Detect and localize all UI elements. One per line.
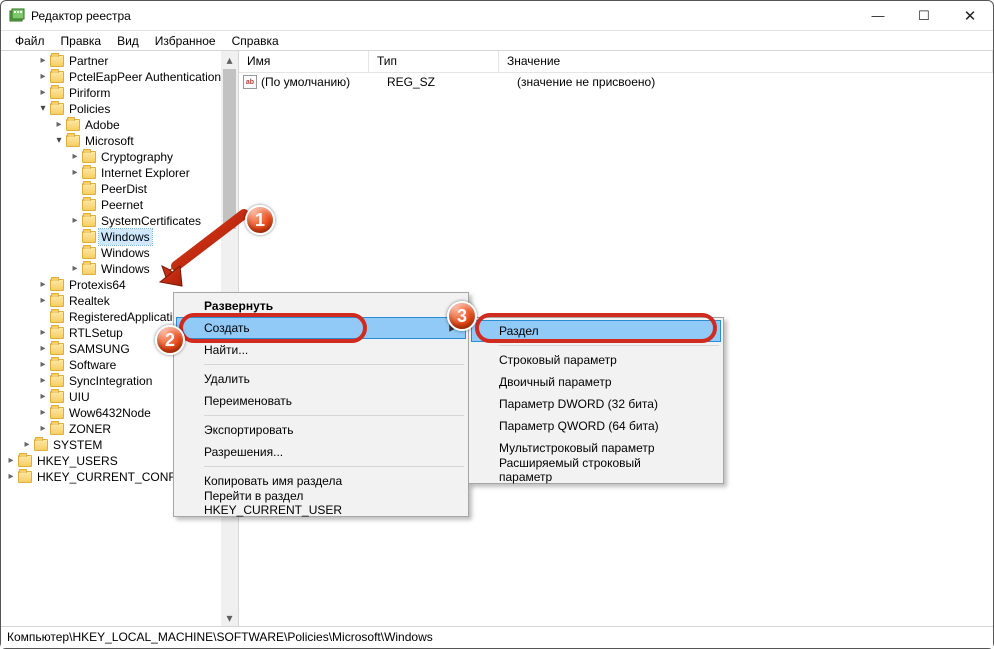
list-header: Имя Тип Значение (239, 51, 993, 73)
ctxsub-qword[interactable]: Параметр QWORD (64 бита) (471, 415, 721, 437)
menu-separator (204, 466, 464, 467)
ctxmenu-delete[interactable]: Удалить (176, 368, 466, 390)
ctxsub-expandstring[interactable]: Расширяемый строковый параметр (471, 459, 721, 481)
ctxsub-string[interactable]: Строковый параметр (471, 349, 721, 371)
ctxsub-key[interactable]: Раздел (471, 320, 721, 342)
folder-icon (34, 439, 48, 451)
maximize-button[interactable]: ☐ (901, 1, 947, 30)
folder-icon (82, 167, 96, 179)
menu-separator (204, 364, 464, 365)
folder-icon (82, 183, 96, 195)
folder-icon (50, 103, 64, 115)
folder-icon (18, 455, 32, 467)
menu-separator (204, 415, 464, 416)
status-path: Компьютер\HKEY_LOCAL_MACHINE\SOFTWARE\Po… (7, 630, 433, 644)
tree-item-adobe[interactable]: Adobe (5, 117, 238, 133)
folder-icon (82, 215, 96, 227)
tree-item-pctel[interactable]: PctelEapPeer Authentication (5, 69, 238, 85)
tree-item-windows-advanced[interactable]: Windows (5, 245, 238, 261)
menubar: Файл Правка Вид Избранное Справка (1, 31, 993, 51)
reg-string-icon: ab (243, 75, 257, 89)
folder-icon (50, 343, 64, 355)
titlebar: Редактор реестра — ☐ ✕ (1, 1, 993, 31)
close-button[interactable]: ✕ (947, 1, 993, 30)
folder-icon (50, 391, 64, 403)
folder-icon (18, 471, 32, 483)
scroll-up-button[interactable]: ▴ (221, 51, 238, 68)
menu-favorites[interactable]: Избранное (147, 32, 224, 50)
tree-item-windows-nt[interactable]: Windows (5, 261, 238, 277)
folder-icon (50, 279, 64, 291)
folder-icon (82, 247, 96, 259)
folder-icon (50, 311, 64, 323)
list-row[interactable]: ab (По умолчанию) REG_SZ (значение не пр… (239, 73, 993, 91)
folder-icon (50, 55, 64, 67)
submenu-arrow-icon: ▶ (449, 323, 457, 334)
value-data: (значение не присвоено) (517, 75, 655, 89)
folder-icon (82, 199, 96, 211)
folder-icon (50, 407, 64, 419)
tree-item-protexis[interactable]: Protexis64 (5, 277, 238, 293)
ctxsub-dword[interactable]: Параметр DWORD (32 бита) (471, 393, 721, 415)
column-header-value[interactable]: Значение (499, 51, 993, 72)
ctxmenu-create[interactable]: Создать▶ (176, 317, 466, 339)
tree-item-peernet[interactable]: Peernet (5, 197, 238, 213)
tree-item-partner[interactable]: Partner (5, 53, 238, 69)
ctxmenu-rename[interactable]: Переименовать (176, 390, 466, 412)
tree-item-peerdist[interactable]: PeerDist (5, 181, 238, 197)
ctxmenu-find[interactable]: Найти... (176, 339, 466, 361)
tree-item-cryptography[interactable]: Cryptography (5, 149, 238, 165)
ctxmenu-expand[interactable]: Развернуть (176, 295, 466, 317)
folder-icon (66, 135, 80, 147)
folder-icon (82, 263, 96, 275)
value-type: REG_SZ (387, 75, 517, 89)
folder-icon (50, 295, 64, 307)
folder-icon (50, 423, 64, 435)
column-header-name[interactable]: Имя (239, 51, 369, 72)
folder-icon (82, 151, 96, 163)
tree-item-windows-selected[interactable]: Windows (5, 229, 238, 245)
statusbar: Компьютер\HKEY_LOCAL_MACHINE\SOFTWARE\Po… (1, 626, 993, 648)
folder-icon (50, 359, 64, 371)
menu-edit[interactable]: Правка (53, 32, 110, 50)
folder-icon (50, 327, 64, 339)
menu-help[interactable]: Справка (224, 32, 287, 50)
ctxmenu-goto-hkcu[interactable]: Перейти в раздел HKEY_CURRENT_USER (176, 492, 466, 514)
ctxsub-binary[interactable]: Двоичный параметр (471, 371, 721, 393)
folder-icon (50, 375, 64, 387)
tree-item-microsoft[interactable]: Microsoft (5, 133, 238, 149)
menu-view[interactable]: Вид (109, 32, 147, 50)
value-name: (По умолчанию) (261, 75, 387, 89)
tree-item-policies[interactable]: Policies (5, 101, 238, 117)
folder-icon (66, 119, 80, 131)
context-menu-key: Развернуть Создать▶ Найти... Удалить Пер… (173, 292, 469, 517)
tree-item-ie[interactable]: Internet Explorer (5, 165, 238, 181)
column-header-type[interactable]: Тип (369, 51, 499, 72)
tree-item-systemcertificates[interactable]: SystemCertificates (5, 213, 238, 229)
context-submenu-create: Раздел Строковый параметр Двоичный парам… (468, 317, 724, 484)
app-icon (9, 8, 25, 24)
folder-icon (82, 231, 96, 243)
window-controls: — ☐ ✕ (855, 1, 993, 30)
ctxmenu-permissions[interactable]: Разрешения... (176, 441, 466, 463)
scroll-down-button[interactable]: ▾ (221, 609, 238, 626)
ctxmenu-export[interactable]: Экспортировать (176, 419, 466, 441)
scroll-thumb[interactable] (223, 69, 236, 229)
tree-item-piriform[interactable]: Piriform (5, 85, 238, 101)
folder-icon (50, 87, 64, 99)
window-title: Редактор реестра (31, 9, 855, 23)
menu-file[interactable]: Файл (7, 32, 53, 50)
folder-icon (50, 71, 64, 83)
menu-separator (499, 345, 719, 346)
minimize-button[interactable]: — (855, 1, 901, 30)
